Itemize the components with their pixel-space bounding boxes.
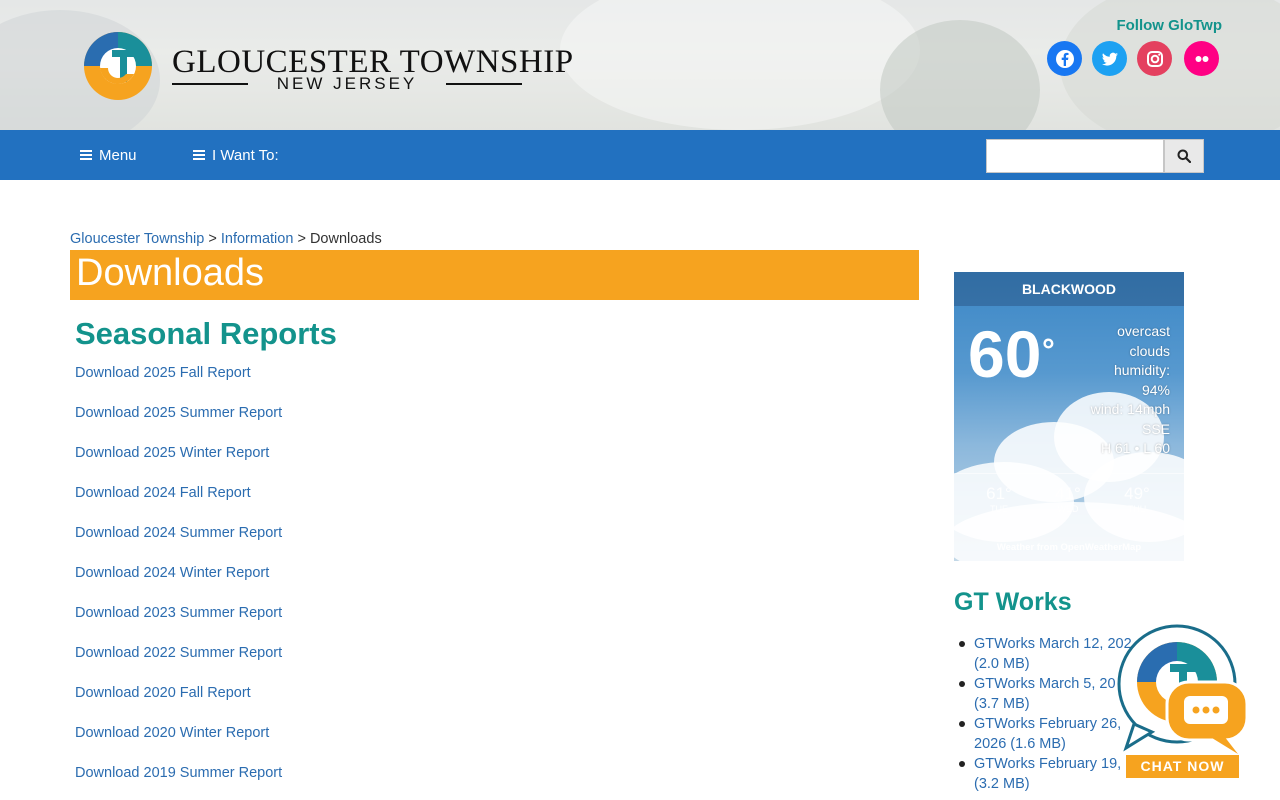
breadcrumb-separator: > [204, 231, 221, 247]
forecast-day: 49° THU [1112, 484, 1162, 514]
page-title-bar: Downloads [70, 250, 919, 300]
weather-credit: Weather from OpenWeatherMap [996, 542, 1142, 553]
township-logo-icon[interactable] [82, 30, 154, 102]
instagram-icon[interactable] [1137, 41, 1172, 76]
brand-subtitle: NEW JERSEY [172, 74, 522, 94]
menu-button[interactable]: Menu [80, 130, 137, 180]
section-heading-seasonal-reports: Seasonal Reports [75, 316, 337, 351]
page-title: Downloads [76, 252, 264, 294]
download-link[interactable]: Download 2024 Winter Report [75, 564, 282, 604]
twitter-icon[interactable] [1092, 41, 1127, 76]
search-input[interactable] [986, 139, 1164, 173]
chat-now-label: CHAT NOW [1126, 755, 1239, 778]
download-link[interactable]: Download 2024 Summer Report [75, 524, 282, 564]
breadcrumb-separator: > [293, 231, 310, 247]
search-icon [1177, 149, 1191, 163]
download-link[interactable]: Download 2019 Summer Report [75, 764, 282, 800]
breadcrumb: Gloucester Township > Information > Down… [70, 231, 382, 247]
i-want-to-button[interactable]: I Want To: [193, 130, 279, 180]
flickr-icon[interactable] [1184, 41, 1219, 76]
forecast-temp: 41° [1055, 484, 1081, 503]
forecast-day: 41° WED [1043, 484, 1093, 514]
menu-label: Menu [99, 146, 137, 164]
weather-detail-line: clouds [1129, 342, 1170, 359]
download-link[interactable]: Download 2023 Summer Report [75, 604, 282, 644]
weather-divider [954, 473, 1184, 474]
weather-widget[interactable]: BLACKWOOD 60 ° overcast clouds humidity:… [954, 272, 1184, 561]
brand-rule [446, 83, 522, 85]
weather-location: BLACKWOOD [954, 272, 1184, 306]
downloads-list: Download 2025 Fall Report Download 2025 … [75, 364, 282, 800]
weather-detail-line: humidity: [1113, 362, 1170, 378]
hamburger-icon [80, 150, 92, 160]
download-link[interactable]: Download 2020 Fall Report [75, 684, 282, 724]
forecast-temp: 49° [1124, 484, 1150, 503]
hamburger-icon [193, 150, 205, 160]
breadcrumb-current: Downloads [309, 231, 382, 247]
breadcrumb-information-link[interactable]: Information [221, 231, 294, 247]
chat-now-widget[interactable]: CHAT NOW [1112, 624, 1252, 780]
breadcrumb-home-link[interactable]: Gloucester Township [70, 231, 204, 247]
download-link[interactable]: Download 2020 Winter Report [75, 724, 282, 764]
weather-detail-line: H 61 • L 60 [1101, 440, 1170, 456]
weather-details: overcast clouds humidity: 94% wind: 14mp… [1070, 322, 1170, 459]
gt-works-heading: GT Works [954, 588, 1072, 616]
forecast-day-label: TUE [990, 504, 1008, 514]
i-want-to-label: I Want To: [212, 146, 279, 164]
download-link[interactable]: Download 2022 Summer Report [75, 644, 282, 684]
facebook-icon[interactable] [1047, 41, 1082, 76]
chat-bubble-icon [1117, 624, 1249, 754]
site-header: GLOUCESTER TOWNSHIP NEW JERSEY Follow Gl… [0, 0, 1280, 130]
follow-label: Follow GloTwp [1116, 17, 1222, 34]
download-link[interactable]: Download 2024 Fall Report [75, 484, 282, 524]
weather-detail-line: overcast [1117, 323, 1170, 339]
forecast-day-label: THU [1127, 504, 1147, 514]
forecast-day: 61° TUE [974, 484, 1024, 514]
weather-detail-line: 94% [1141, 381, 1170, 398]
forecast-day-label: WED [1057, 504, 1079, 514]
search-button[interactable] [1164, 139, 1204, 173]
download-link[interactable]: Download 2025 Winter Report [75, 444, 282, 484]
download-link[interactable]: Download 2025 Fall Report [75, 364, 282, 404]
weather-temperature: 60 [968, 317, 1042, 391]
download-link[interactable]: Download 2025 Summer Report [75, 404, 282, 444]
weather-detail-line: wind: 14mph [1090, 401, 1170, 417]
weather-detail-line: SSE [1141, 420, 1170, 437]
forecast-temp: 61° [986, 484, 1012, 503]
weather-degree-symbol: ° [1042, 332, 1055, 368]
